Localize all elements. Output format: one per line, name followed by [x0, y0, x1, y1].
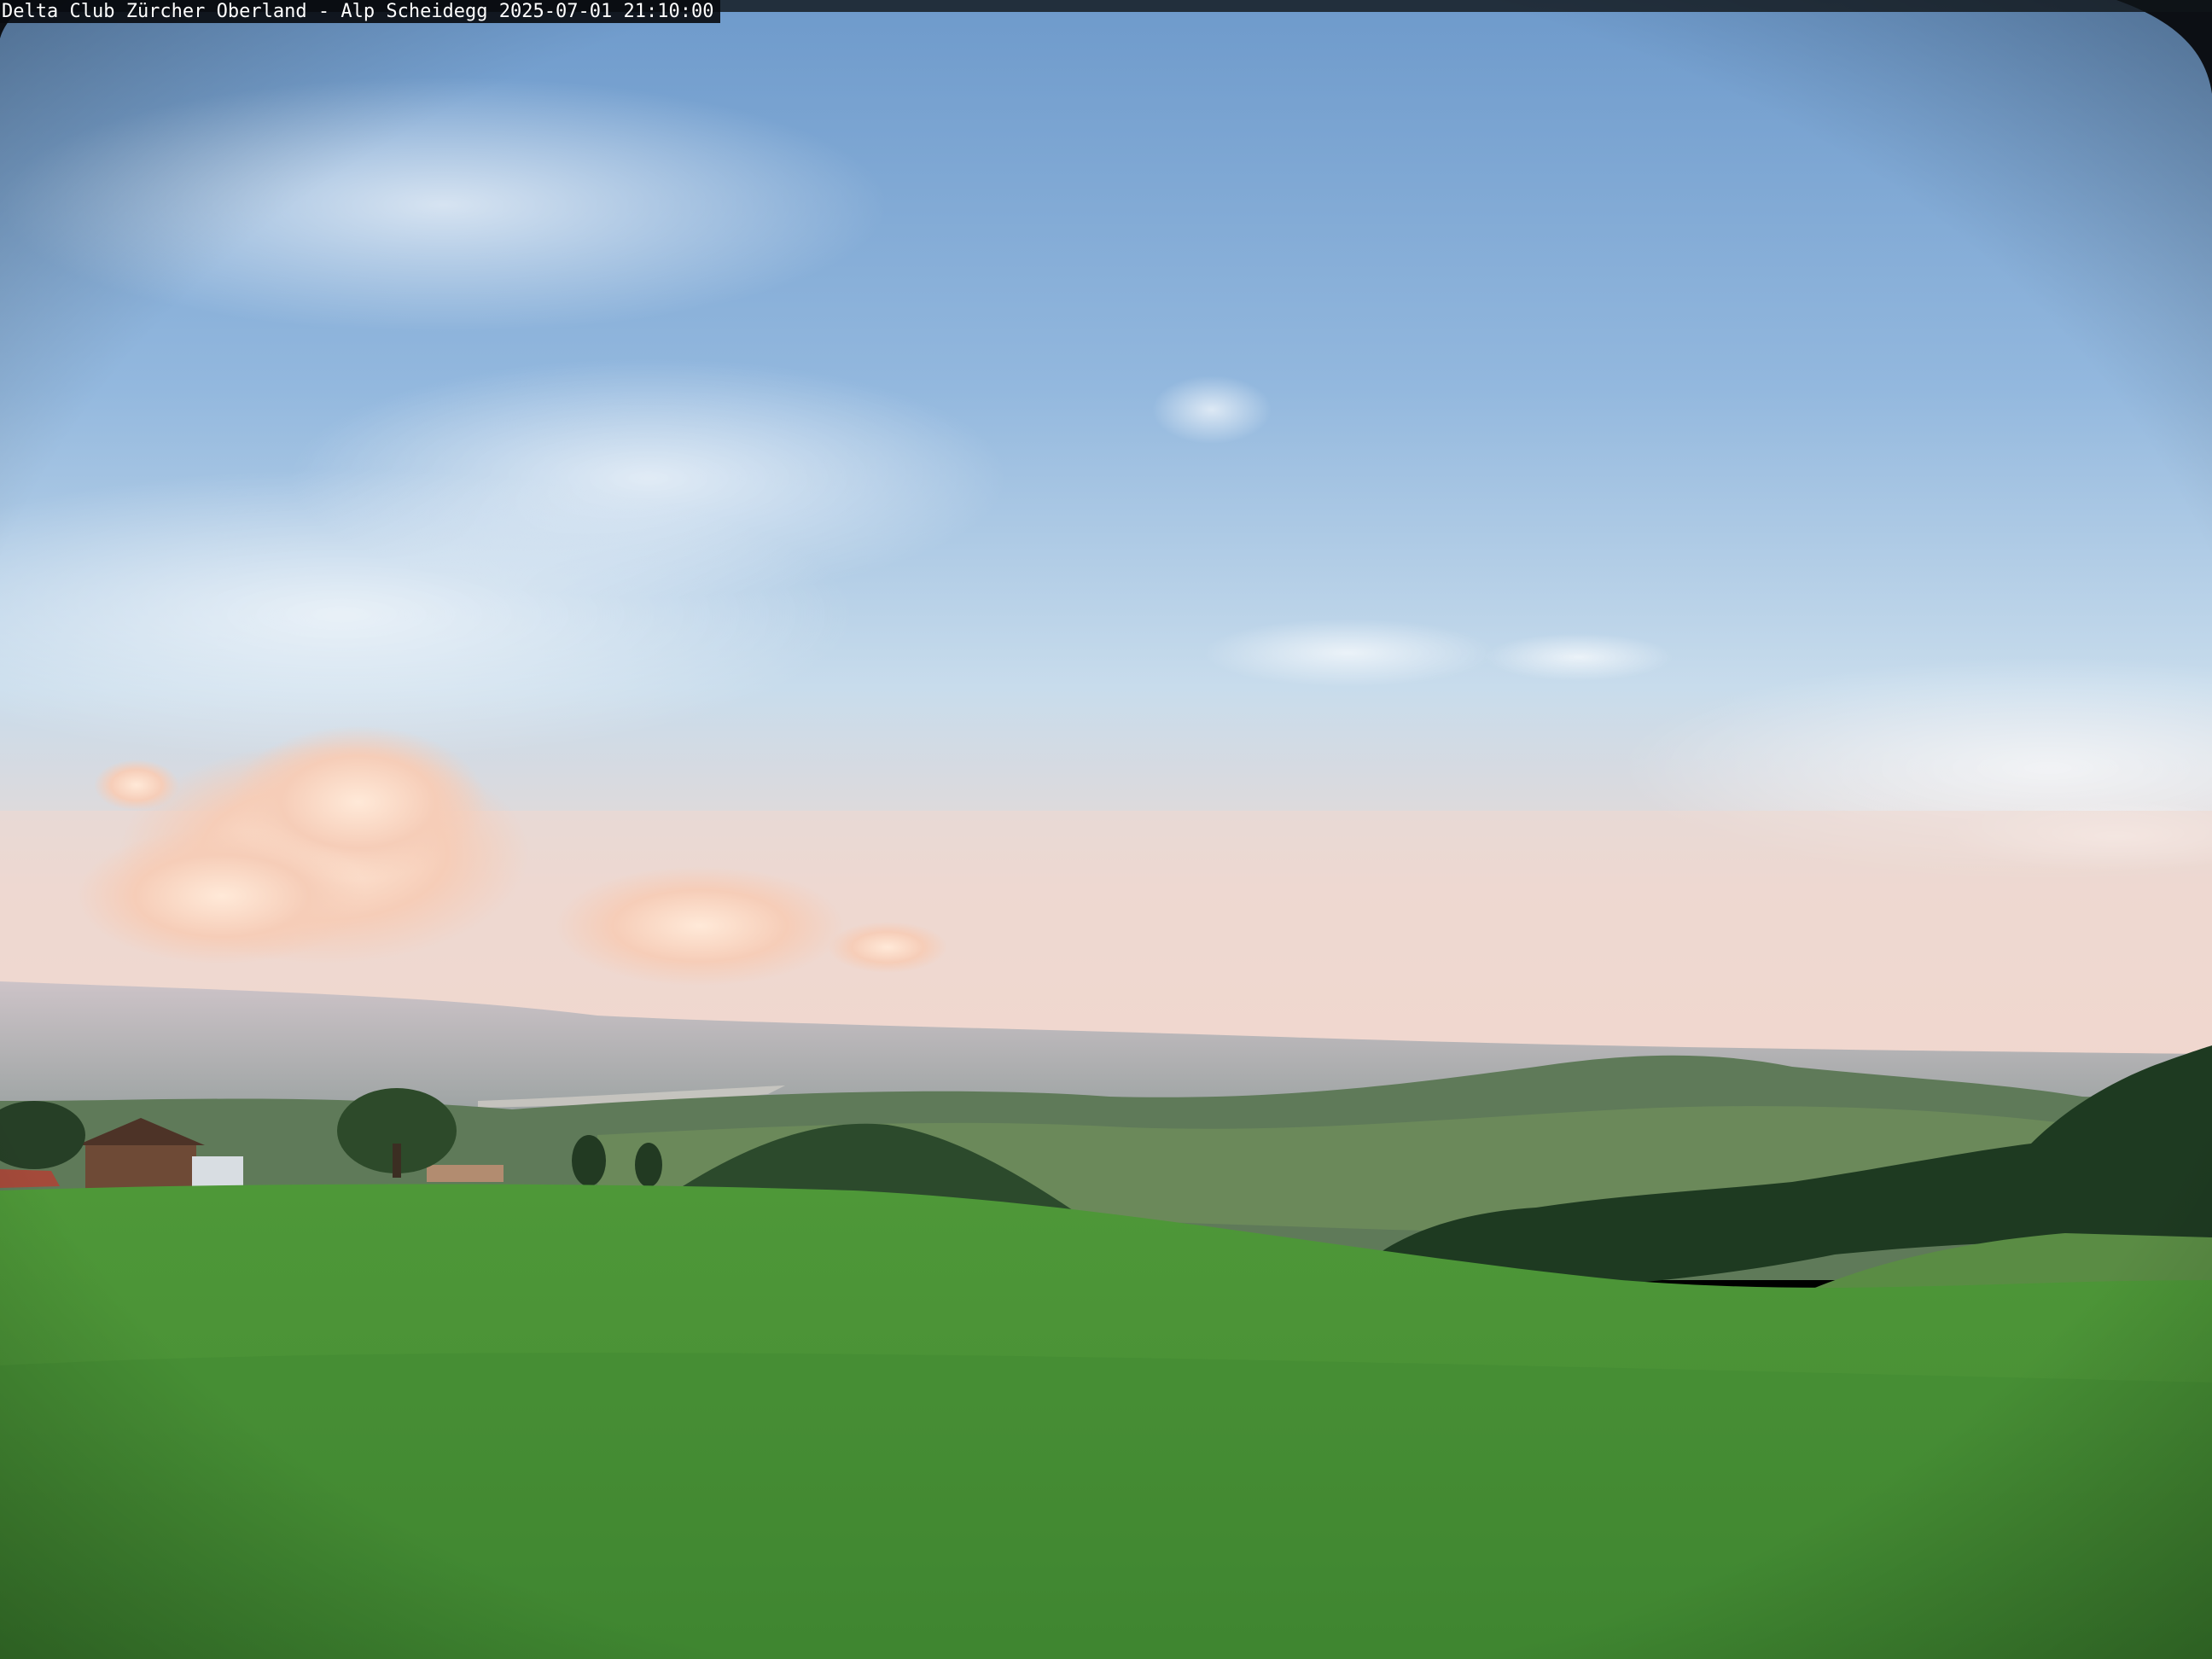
lens-vignette — [0, 0, 2212, 1659]
webcam-overlay-caption: Delta Club Zürcher Oberland - Alp Scheid… — [0, 0, 721, 23]
webcam-landscape-image — [0, 0, 2212, 1659]
